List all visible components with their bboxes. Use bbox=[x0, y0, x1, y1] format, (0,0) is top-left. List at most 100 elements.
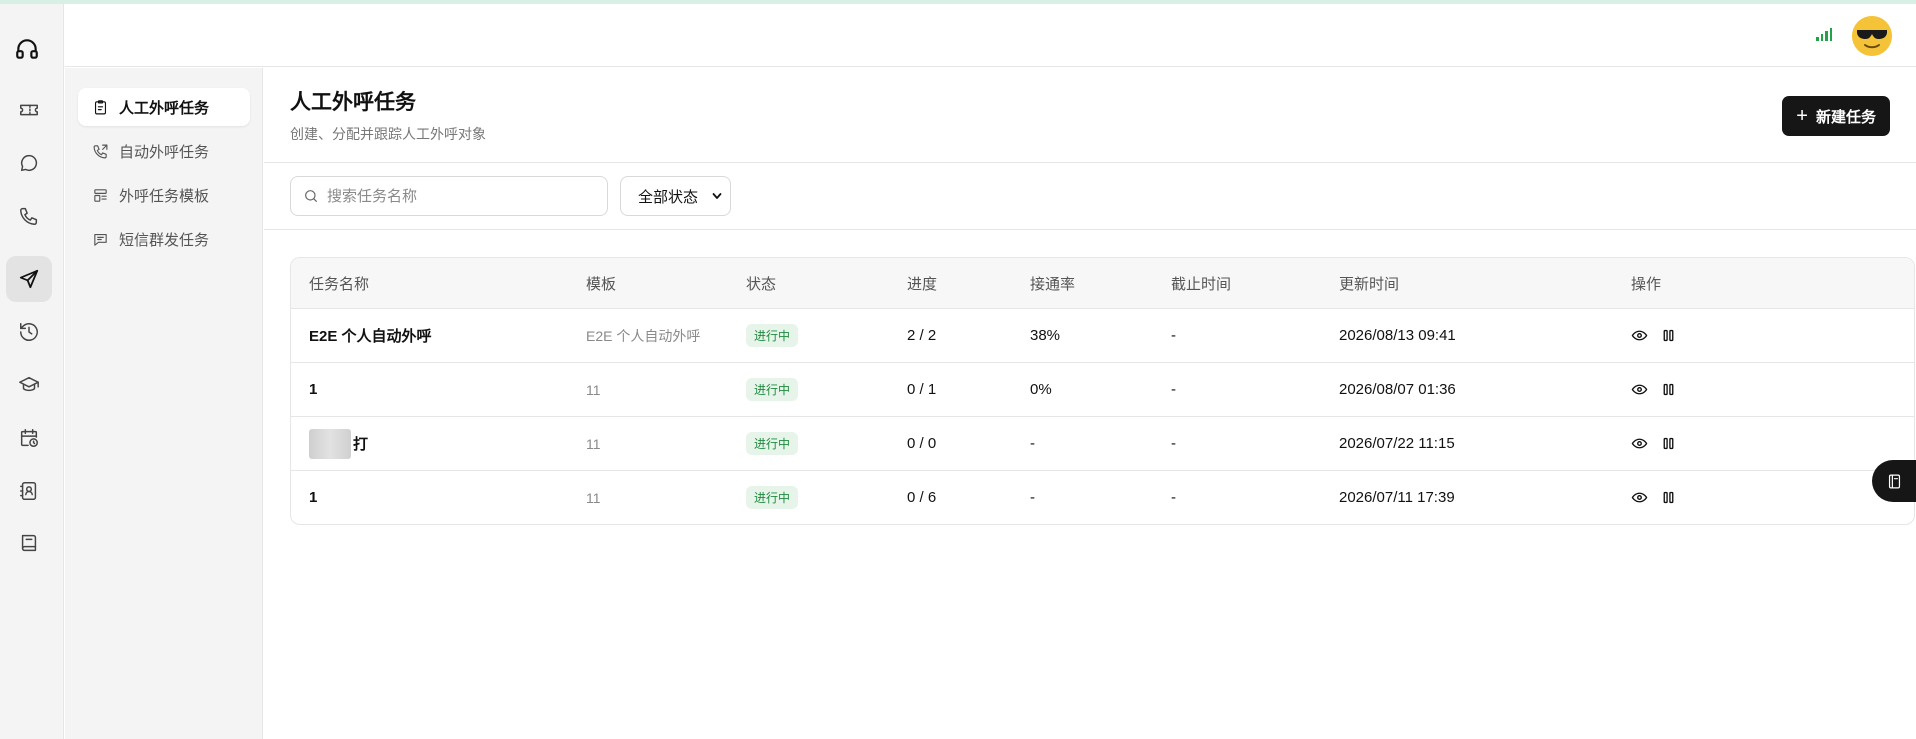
phone-icon bbox=[20, 207, 38, 225]
task-updated: 2026/08/13 09:41 bbox=[1339, 327, 1456, 344]
row-actions bbox=[1631, 417, 1677, 470]
rail-outbound-button[interactable] bbox=[6, 256, 52, 302]
column-header: 进度 bbox=[907, 275, 938, 293]
task-updated: 2026/07/22 11:15 bbox=[1339, 435, 1455, 452]
rail-contacts-button[interactable] bbox=[6, 468, 52, 514]
table-header-row: 任务名称 模板 状态 进度 接通率 截止时间 更新时间 操作 bbox=[291, 258, 1914, 308]
eye-icon[interactable] bbox=[1631, 327, 1648, 344]
task-name[interactable]: 1 bbox=[309, 363, 317, 416]
task-name[interactable]: 1 bbox=[309, 471, 317, 524]
headset-icon[interactable] bbox=[14, 36, 44, 66]
pause-icon[interactable] bbox=[1660, 327, 1677, 344]
status-badge: 进行中 bbox=[746, 486, 799, 509]
history-icon bbox=[20, 323, 38, 341]
rail-phone-button[interactable] bbox=[6, 193, 52, 239]
rail-schedule-button[interactable] bbox=[6, 415, 52, 461]
status-cell: 进行中 bbox=[746, 363, 799, 416]
book-icon bbox=[21, 534, 37, 552]
ticket-icon bbox=[20, 104, 38, 116]
column-header: 任务名称 bbox=[309, 275, 370, 293]
subnav-item-manual-outbound[interactable]: 人工外呼任务 bbox=[78, 88, 250, 126]
eye-icon[interactable] bbox=[1631, 435, 1648, 452]
pause-icon[interactable] bbox=[1660, 489, 1677, 506]
task-template: 11 bbox=[586, 489, 601, 506]
task-name-cell[interactable]: 打 bbox=[309, 417, 368, 470]
phone-outgoing-icon bbox=[93, 144, 108, 158]
chat-icon bbox=[20, 154, 38, 172]
graduation-cap-icon bbox=[19, 376, 39, 392]
task-deadline: - bbox=[1171, 435, 1176, 452]
send-icon bbox=[19, 269, 39, 289]
subnav-item-label: 短信群发任务 bbox=[119, 231, 210, 249]
book-icon bbox=[1888, 474, 1900, 488]
task-name[interactable]: E2E 个人自动外呼 bbox=[309, 309, 432, 362]
rail-training-button[interactable] bbox=[6, 362, 52, 408]
task-progress: 2 / 2 bbox=[907, 327, 937, 344]
task-updated: 2026/08/07 01:36 bbox=[1339, 381, 1456, 398]
rail-history-button[interactable] bbox=[6, 309, 52, 355]
task-connect-rate: 38% bbox=[1030, 327, 1061, 344]
search-icon bbox=[305, 190, 317, 202]
status-select[interactable]: 全部状态 bbox=[620, 176, 731, 216]
pause-icon[interactable] bbox=[1660, 381, 1677, 398]
top-bar bbox=[65, 4, 1916, 67]
app-window: 人工外呼任务 自动外呼任务 外呼任务模板 短信群发任务 人工外呼任务 创建、分配… bbox=[0, 0, 1916, 739]
floating-guide-button[interactable] bbox=[1872, 460, 1916, 502]
table-row[interactable]: E2E 个人自动外呼 E2E 个人自动外呼 进行中 2 / 2 38% - 20… bbox=[291, 308, 1914, 362]
task-template: E2E 个人自动外呼 bbox=[586, 327, 701, 344]
subnav-item-sms[interactable]: 短信群发任务 bbox=[78, 220, 250, 258]
task-progress: 0 / 1 bbox=[907, 381, 937, 398]
status-badge: 进行中 bbox=[746, 432, 799, 455]
subnav-item-auto-outbound[interactable]: 自动外呼任务 bbox=[78, 132, 250, 170]
contacts-book-icon bbox=[20, 482, 37, 500]
column-header: 模板 bbox=[586, 275, 617, 293]
status-badge: 进行中 bbox=[746, 378, 799, 401]
page-header: 人工外呼任务 创建、分配并跟踪人工外呼对象 + 新建任务 bbox=[264, 68, 1916, 163]
filter-bar: 全部状态 bbox=[264, 163, 1916, 230]
status-badge: 进行中 bbox=[746, 324, 799, 347]
row-actions bbox=[1631, 363, 1677, 416]
calendar-clock-icon bbox=[20, 429, 38, 447]
table-row[interactable]: 打 11 进行中 0 / 0 - - 2026/07/22 11:15 bbox=[291, 416, 1914, 470]
row-actions bbox=[1631, 309, 1677, 362]
new-task-label: 新建任务 bbox=[1815, 108, 1876, 126]
table-row[interactable]: 1 11 进行中 0 / 6 - - 2026/07/11 17:39 bbox=[291, 470, 1914, 524]
task-deadline: - bbox=[1171, 327, 1176, 344]
status-cell: 进行中 bbox=[746, 309, 799, 362]
signal-icon bbox=[1816, 28, 1832, 41]
task-connect-rate: - bbox=[1030, 489, 1035, 506]
pause-icon[interactable] bbox=[1660, 435, 1677, 452]
plus-icon: + bbox=[1796, 105, 1808, 127]
column-header: 更新时间 bbox=[1339, 275, 1400, 293]
task-progress: 0 / 6 bbox=[907, 489, 937, 506]
eye-icon[interactable] bbox=[1631, 489, 1648, 506]
task-template: 11 bbox=[586, 381, 601, 398]
task-connect-rate: 0% bbox=[1030, 381, 1052, 398]
secondary-nav: 人工外呼任务 自动外呼任务 外呼任务模板 短信群发任务 bbox=[65, 68, 263, 739]
status-cell: 进行中 bbox=[746, 417, 799, 470]
task-template: 11 bbox=[586, 435, 601, 452]
eye-icon[interactable] bbox=[1631, 381, 1648, 398]
page-title: 人工外呼任务 bbox=[290, 91, 416, 114]
row-actions bbox=[1631, 471, 1677, 524]
task-progress: 0 / 0 bbox=[907, 435, 937, 452]
avatar[interactable] bbox=[1852, 16, 1892, 56]
subnav-item-label: 人工外呼任务 bbox=[119, 99, 210, 117]
clipboard-icon bbox=[94, 99, 107, 114]
task-name: 打 bbox=[353, 436, 369, 453]
subnav-item-templates[interactable]: 外呼任务模板 bbox=[78, 176, 250, 214]
search-box[interactable] bbox=[290, 176, 608, 216]
rail-knowledge-button[interactable] bbox=[6, 520, 52, 566]
new-task-button[interactable]: + 新建任务 bbox=[1782, 96, 1890, 136]
rail-chat-button[interactable] bbox=[6, 140, 52, 186]
message-square-icon bbox=[94, 233, 107, 246]
status-select-value: 全部状态 bbox=[638, 188, 699, 206]
table-row[interactable]: 1 11 进行中 0 / 1 0% - 2026/08/07 01:36 bbox=[291, 362, 1914, 416]
chevron-down-icon bbox=[712, 193, 722, 199]
search-input[interactable] bbox=[327, 187, 597, 205]
rail-ticket-button[interactable] bbox=[6, 87, 52, 133]
redacted-text-block bbox=[309, 428, 351, 459]
column-header: 截止时间 bbox=[1171, 275, 1232, 293]
icon-rail bbox=[0, 4, 64, 739]
subnav-item-label: 外呼任务模板 bbox=[119, 187, 210, 205]
